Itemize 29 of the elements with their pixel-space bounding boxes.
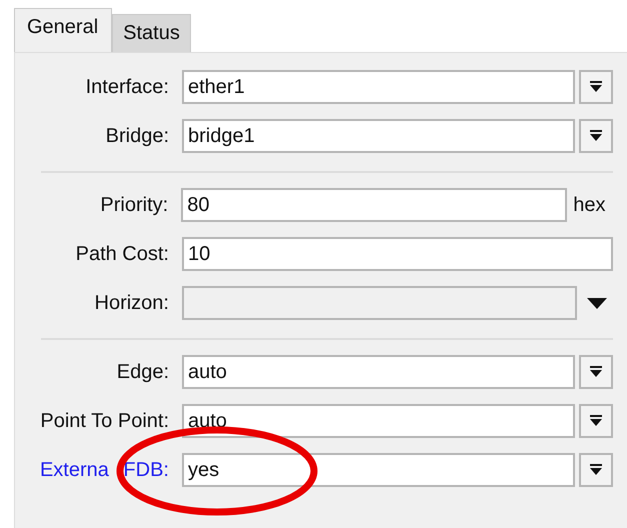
dropdown-icon — [590, 415, 602, 427]
input-field[interactable]: bridge1 — [182, 119, 575, 153]
dropdown-icon — [590, 130, 602, 142]
input-field[interactable]: auto — [182, 355, 575, 389]
dropdown-button[interactable] — [579, 355, 613, 389]
field-label: Priority: — [99, 194, 168, 216]
input-field[interactable]: 80 — [181, 188, 568, 222]
dropdown-button[interactable] — [579, 404, 613, 438]
dropdown-button[interactable] — [579, 119, 613, 153]
input-field[interactable]: yes — [182, 453, 575, 487]
field-label: Horizon: — [94, 292, 169, 314]
input-field[interactable]: 10 — [182, 237, 613, 271]
input-field[interactable]: ether1 — [182, 70, 575, 104]
dropdown-button[interactable] — [579, 70, 613, 104]
field-label: Point To Point: — [39, 410, 169, 432]
input-field[interactable]: auto — [182, 404, 575, 438]
dropdown-icon — [590, 464, 602, 476]
field-label: Externa FDB: — [38, 458, 169, 482]
tab[interactable]: General — [14, 8, 112, 52]
field-label: Bridge: — [104, 124, 169, 148]
dropdown-icon — [590, 366, 602, 378]
dropdown-button[interactable] — [579, 453, 613, 487]
tab[interactable]: Status — [112, 14, 191, 52]
field-label: Path Cost: — [74, 242, 169, 266]
field-label: Edge: — [116, 360, 169, 384]
field-label: Interface: — [84, 76, 169, 98]
dropdown-arrow-icon[interactable] — [587, 298, 607, 308]
dropdown-icon — [590, 81, 602, 93]
unit-label: hex — [573, 194, 606, 216]
